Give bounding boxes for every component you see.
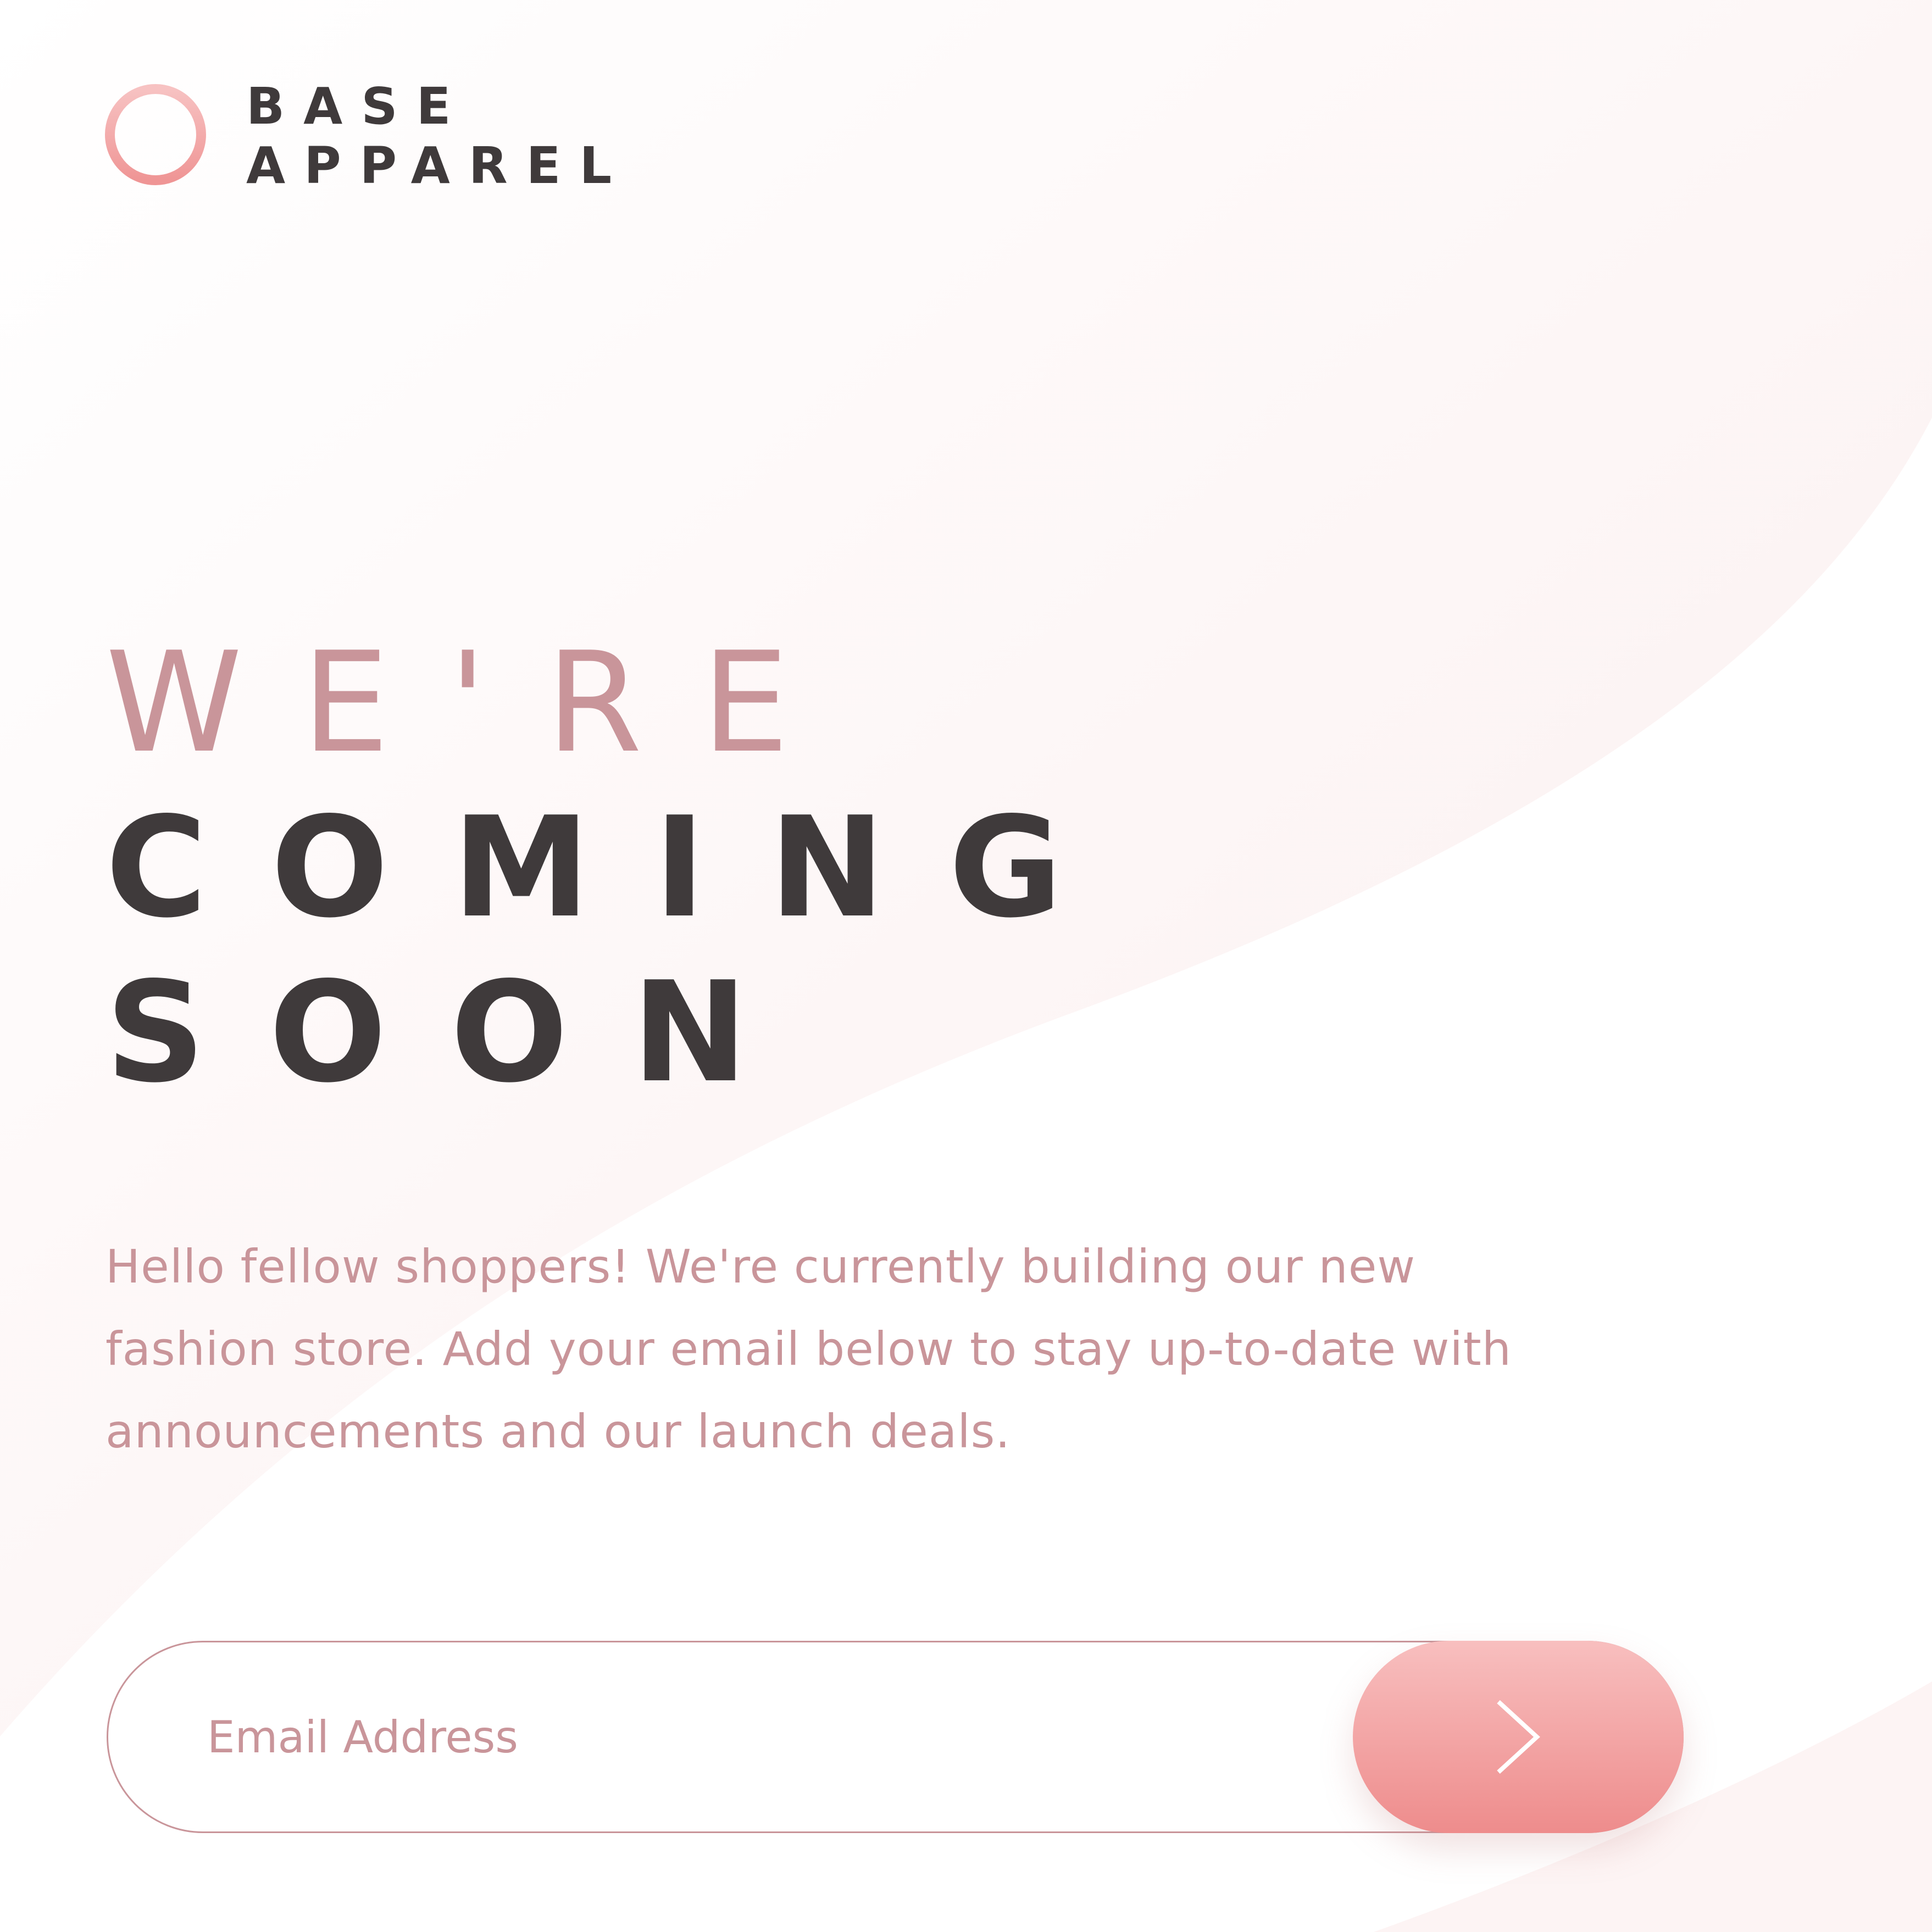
brand-name: BASE APPAREL (246, 77, 630, 196)
intro-text: Hello fellow shoppers! We're currently b… (106, 1240, 1512, 1458)
brand-name-line1: BASE (246, 77, 470, 136)
chevron-right-icon (1497, 1700, 1540, 1774)
ring-logo-icon (105, 84, 206, 185)
signup-form (107, 1641, 1684, 1833)
email-field[interactable] (207, 1642, 1361, 1831)
brand-name-line2: APPAREL (246, 136, 631, 195)
headline-line-2: COMING (106, 787, 1126, 948)
page-title: WE'RE COMING SOON (106, 621, 1126, 1115)
submit-button[interactable] (1353, 1641, 1684, 1833)
brand-logo[interactable]: BASE APPAREL (103, 77, 630, 196)
headline-line-3: SOON (106, 952, 812, 1113)
headline-line-1: WE'RE (106, 623, 848, 784)
